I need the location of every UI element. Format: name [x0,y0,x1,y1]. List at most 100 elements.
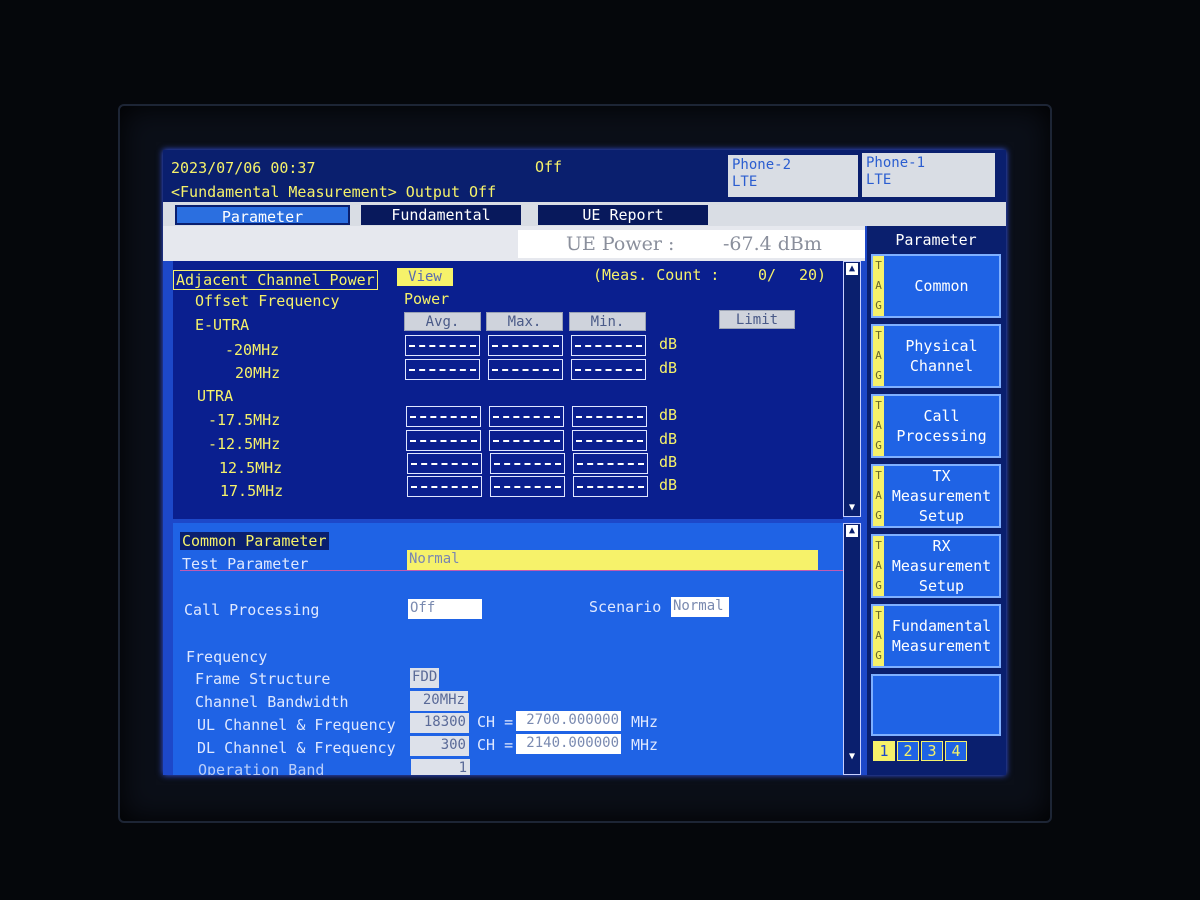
ue-power-readout: UE Power : -67.4 dBm [518,230,865,258]
eutra-minus20-max [488,335,563,356]
meas-count-label: (Meas. Count : [593,266,720,284]
tag-icon: TAG [873,326,884,386]
utra-offset-minus12-5: -12.5MHz [208,435,281,453]
channel-bandwidth-field[interactable]: 20MHz [410,691,468,711]
dl-ch-label: CH = [477,736,514,754]
phone2-mode: LTE [732,174,758,190]
page-2-button[interactable]: 2 [897,741,919,761]
min-column-button[interactable]: Min. [569,312,646,331]
utra-plus17-5-max [490,476,565,497]
softkey-common-label: Common [914,277,969,295]
eutra-plus20-min [571,359,646,380]
eutra-plus20-avg [405,359,480,380]
avg-column-button[interactable]: Avg. [404,312,481,331]
ul-channel-field[interactable]: 18300 [410,713,469,733]
utra-plus12-5-unit: dB [659,453,678,471]
call-processing-field[interactable]: Off [408,599,482,619]
tag-icon: TAG [873,606,884,666]
datetime: 2023/07/06 00:37 [171,159,316,177]
tab-parameter[interactable]: Parameter [175,205,350,226]
channel-bandwidth-label: Channel Bandwidth [195,693,349,711]
softkey-call-processing[interactable]: TAG Call Processing [871,394,1001,458]
common-parameter-title: Common Parameter [180,532,329,550]
utra-offset-plus17-5: 17.5MHz [220,482,284,500]
eutra-offset-plus20: 20MHz [235,364,281,382]
utra-minus12-5-unit: dB [659,430,678,448]
acp-scrollbar[interactable] [843,261,861,517]
utra-plus12-5-avg [407,453,482,474]
phone2-status[interactable]: Phone-2 LTE [728,155,858,197]
phone1-status[interactable]: Phone-1 LTE [862,153,995,197]
tab-fundamental[interactable]: Fundamental [361,205,521,225]
softkey-fundamental-measurement-label: Fundamental Measurement [891,617,992,655]
utra-minus17-5-avg [406,406,481,427]
common-scrollbar[interactable] [843,523,861,775]
common-scroll-up-icon[interactable]: ▲ [846,525,858,537]
utra-offset-minus17-5: -17.5MHz [208,411,281,429]
page-3-button[interactable]: 3 [921,741,943,761]
view-button[interactable]: View [397,268,453,286]
softkey-panel-title: Parameter [895,231,977,249]
softkey-tx-measurement-setup[interactable]: TAG TX Measurement Setup [871,464,1001,528]
utra-minus17-5-max [489,406,564,427]
limit-button[interactable]: Limit [719,310,795,329]
output-status: Off [535,158,563,176]
common-scroll-down-icon[interactable]: ▼ [846,751,858,763]
ul-unit: MHz [631,713,659,731]
utra-plus12-5-min [573,453,648,474]
test-parameter-field[interactable]: Normal [407,550,818,570]
tag-icon: TAG [873,466,884,526]
ul-channel-label: UL Channel & Frequency [197,716,396,734]
offset-frequency-label: Offset Frequency [195,292,340,310]
softkey-common[interactable]: TAG Common [871,254,1001,318]
utra-minus17-5-unit: dB [659,406,678,424]
eutra-minus20-min [571,335,646,356]
scenario-label: Scenario [589,598,662,616]
ul-ch-label: CH = [477,713,514,731]
dl-channel-label: DL Channel & Frequency [197,739,396,757]
acp-scroll-down-icon[interactable]: ▼ [846,502,858,514]
selection-underline [180,570,843,571]
frame-structure-field[interactable]: FDD [410,668,439,688]
softkey-call-processing-label: Call Processing [896,407,987,445]
eutra-plus20-unit: dB [659,359,678,377]
ue-power-label: UE Power : [566,233,675,255]
dl-unit: MHz [631,736,659,754]
utra-plus17-5-unit: dB [659,476,678,494]
utra-minus12-5-max [489,430,564,451]
meas-count-value: 0/ [758,266,777,284]
dl-channel-field[interactable]: 300 [410,736,469,756]
operation-band-field[interactable]: 1 [411,759,470,775]
meas-count-total: 20) [799,266,827,284]
dl-frequency-field[interactable]: 2140.000000 [516,734,621,754]
utra-minus12-5-avg [406,430,481,451]
eutra-minus20-unit: dB [659,335,678,353]
phone1-mode: LTE [866,172,892,188]
ue-power-value: -67.4 dBm [723,233,822,255]
ul-frequency-field[interactable]: 2700.000000 [516,711,621,731]
tag-icon: TAG [873,256,884,316]
utra-minus12-5-min [572,430,647,451]
softkey-physical-channel-label: Physical Channel [905,337,978,375]
frequency-label: Frequency [186,648,268,666]
instrument-screen: 2023/07/06 00:37 Off <Fundamental Measur… [163,150,1006,775]
eutra-offset-minus20: -20MHz [225,341,280,359]
softkey-blank[interactable] [871,674,1001,736]
tab-ue-report[interactable]: UE Report [538,205,708,225]
scenario-field[interactable]: Normal [671,597,729,617]
max-column-button[interactable]: Max. [486,312,563,331]
tag-icon: TAG [873,396,884,456]
page-1-button[interactable]: 1 [873,741,895,761]
acp-scroll-up-icon[interactable]: ▲ [846,263,858,275]
softkey-rx-measurement-setup[interactable]: TAG RX Measurement Setup [871,534,1001,598]
utra-plus12-5-max [490,453,565,474]
softkey-tx-measurement-setup-label: TX Measurement Setup [891,467,992,525]
utra-minus17-5-min [572,406,647,427]
softkey-fundamental-measurement[interactable]: TAG Fundamental Measurement [871,604,1001,668]
softkey-physical-channel[interactable]: TAG Physical Channel [871,324,1001,388]
frame-structure-label: Frame Structure [195,670,331,688]
screen-title: <Fundamental Measurement> Output Off [171,183,497,201]
page-4-button[interactable]: 4 [945,741,967,761]
eutra-plus20-max [488,359,563,380]
tag-icon: TAG [873,536,884,596]
